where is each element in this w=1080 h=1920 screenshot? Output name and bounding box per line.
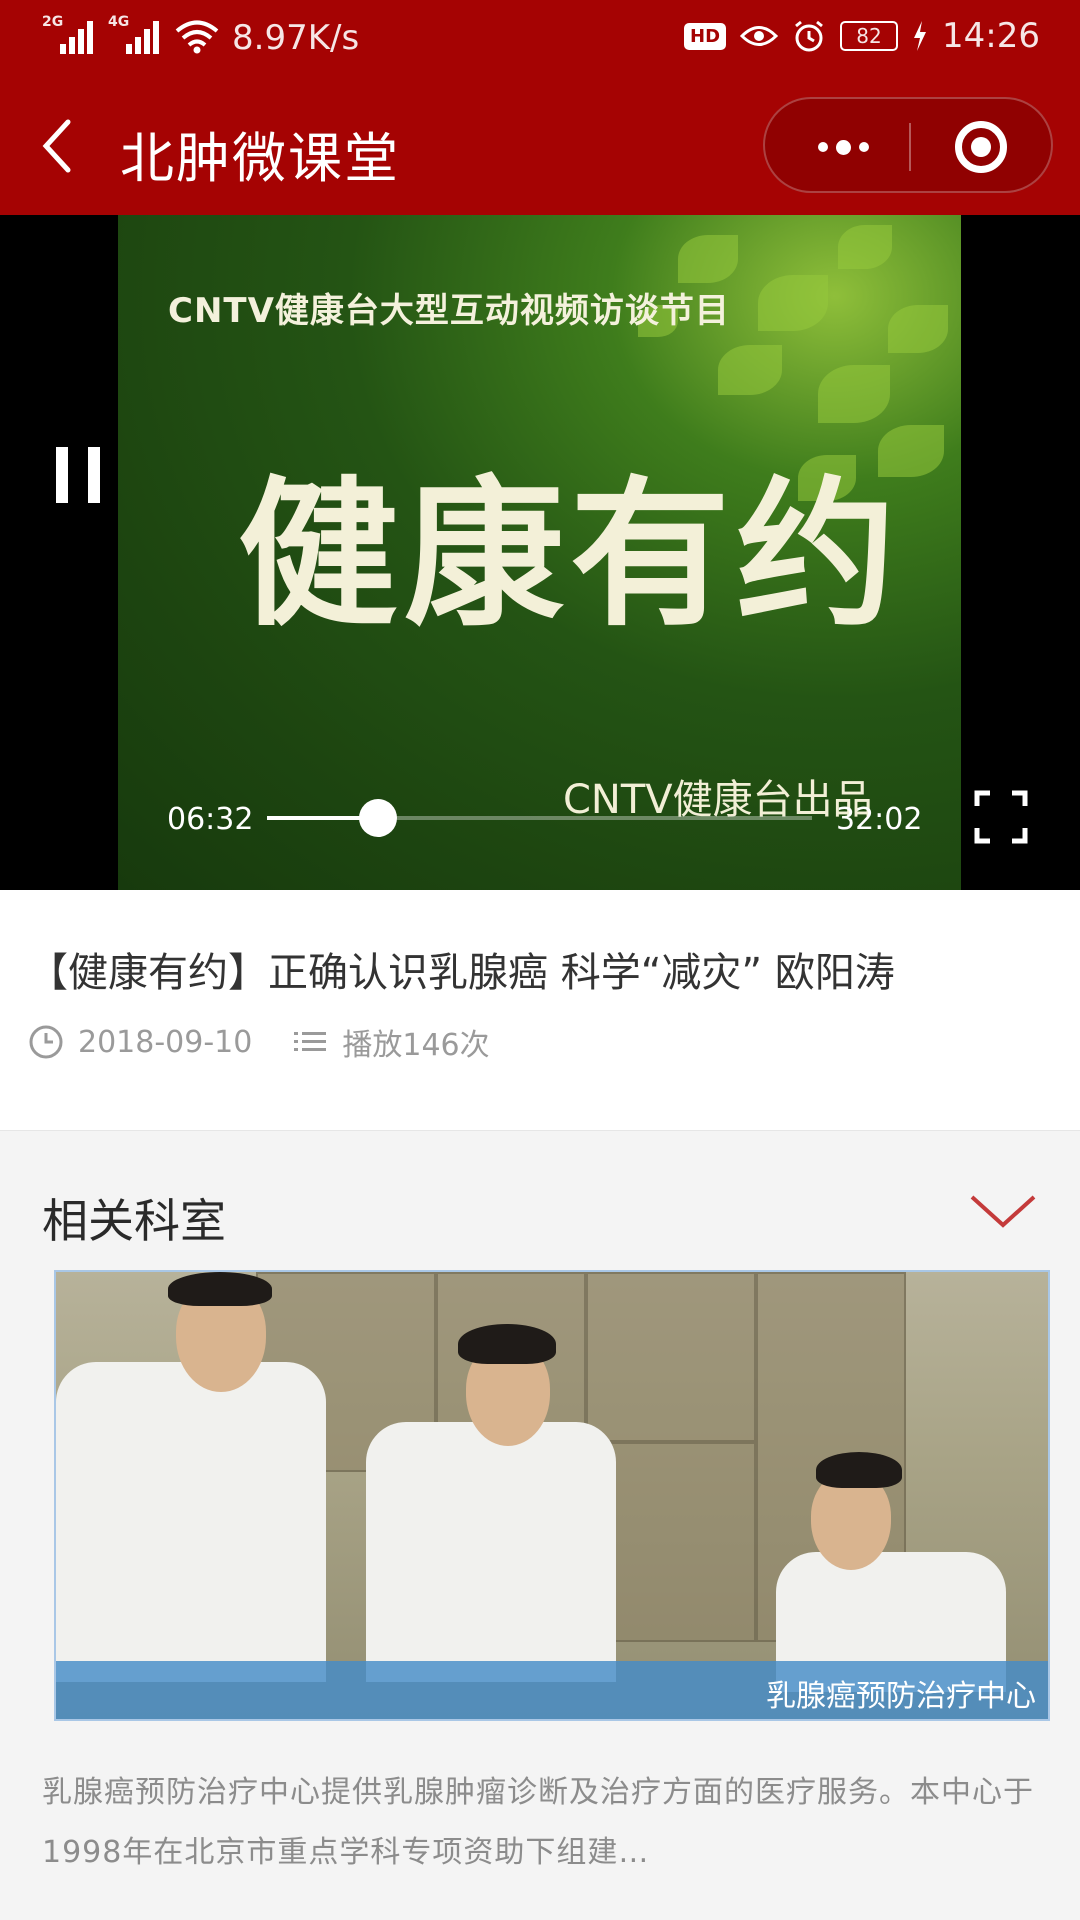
section-heading: 相关科室 [42, 1194, 226, 1248]
network-speed: 8.97K/s [232, 18, 360, 58]
progress-handle[interactable] [359, 799, 398, 837]
page-title: 北肿微课堂 [120, 127, 400, 190]
pause-icon [88, 447, 100, 503]
doctor-hair [816, 1452, 902, 1488]
current-time: 06:32 [167, 802, 254, 837]
publish-date: 2018-09-10 [78, 1024, 253, 1060]
play-count: 播放146次 [342, 1028, 490, 1063]
video-meta: 2018-09-10 播放146次 [28, 1020, 490, 1064]
status-right: HD 82 14:26 [684, 16, 1040, 56]
eye-icon [740, 26, 779, 46]
progress-track[interactable] [267, 799, 812, 837]
video-overlay-subtitle: CNTV健康台大型互动视频访谈节目 [168, 291, 730, 331]
video-frame: CNTV健康台大型互动视频访谈节目 健康有约 CNTV健康台出品 [118, 215, 961, 890]
app-header: 2G 4G 8.97K/s HD 82 14:26 北肿微课堂 [0, 0, 1080, 215]
back-icon[interactable] [38, 116, 78, 176]
signal-2g-icon: 2G [42, 14, 94, 54]
video-player[interactable]: CNTV健康台大型互动视频访谈节目 健康有约 CNTV健康台出品 06:32 3… [0, 215, 1080, 890]
pause-icon [56, 447, 68, 503]
doctor-figure [56, 1362, 326, 1682]
doctor-hair [458, 1324, 556, 1364]
capsule-divider [909, 123, 911, 171]
cabinet-bg [586, 1272, 756, 1442]
department-description: 乳腺癌预防治疗中心提供乳腺肿瘤诊断及治疗方面的医疗服务。本中心于1998年在北京… [42, 1775, 1034, 1870]
signal-2g-label: 2G [42, 14, 64, 30]
charging-icon [914, 21, 927, 51]
chevron-down-icon[interactable] [968, 1191, 1038, 1231]
video-title: 【健康有约】正确认识乳腺癌 科学“减灾” 欧阳涛 [28, 950, 895, 996]
clock: 14:26 [942, 16, 1040, 56]
mini-program-capsule [763, 97, 1053, 193]
more-dot-icon [835, 139, 851, 155]
signal-4g-label: 4G [108, 14, 130, 30]
department-card[interactable]: 乳腺癌预防治疗中心 [54, 1270, 1050, 1721]
card-caption-bar: 乳腺癌预防治疗中心 [56, 1661, 1048, 1719]
wifi-icon [175, 20, 219, 54]
list-icon [294, 1032, 327, 1051]
card-caption: 乳腺癌预防治疗中心 [766, 1679, 1036, 1714]
doctor-hair [168, 1272, 272, 1306]
status-bar: 2G 4G 8.97K/s HD 82 14:26 [0, 0, 1080, 76]
clock-icon [29, 1025, 63, 1059]
fullscreen-icon[interactable] [974, 790, 1028, 844]
signal-4g-icon: 4G [108, 14, 160, 54]
network-indicators: 2G 4G [42, 14, 220, 54]
close-miniprogram-icon[interactable] [955, 121, 1007, 173]
hd-badge: HD [684, 22, 727, 50]
doctor-figure [366, 1422, 616, 1682]
more-dot-icon [858, 142, 869, 152]
battery-level: 82 [840, 21, 899, 51]
more-button[interactable] [803, 123, 883, 171]
duration: 32:02 [836, 802, 923, 837]
video-overlay-title: 健康有约 [238, 461, 903, 648]
video-info: 【健康有约】正确认识乳腺癌 科学“减灾” 欧阳涛 2018-09-10 播放14… [0, 890, 1080, 1130]
more-dot-icon [817, 142, 828, 152]
related-department-section: 相关科室 乳腺癌预防治疗中心 乳腺癌预防治疗中心提供乳腺肿瘤诊断及治疗方面的医疗… [0, 1130, 1080, 1920]
alarm-icon [795, 20, 823, 52]
nav-bar: 北肿微课堂 [0, 76, 1080, 215]
